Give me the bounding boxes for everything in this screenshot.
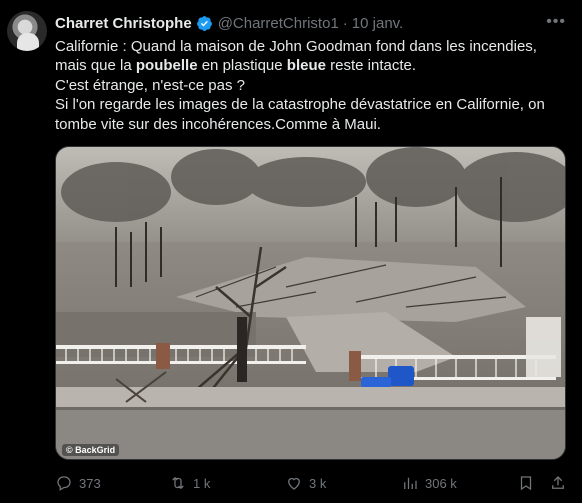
reply-count: 373 [79, 475, 101, 491]
tweet-line: C'est étrange, n'est-ce pas ? [55, 76, 245, 94]
photo-watermark: © BackGrid [62, 444, 120, 456]
like-count: 3 k [309, 475, 327, 491]
author-name[interactable]: Charret Christophe [55, 15, 192, 32]
separator: · [342, 14, 348, 32]
tweet-text: Californie : Quand la maison de John Goo… [55, 37, 575, 134]
text-span: reste intacte. [325, 57, 417, 75]
share-button[interactable] [549, 474, 567, 492]
like-icon [288, 477, 300, 490]
tweet-line: Californie : Quand la maison de John Goo… [55, 38, 537, 55]
retweet-count: 1 k [193, 475, 211, 491]
tweet-line: Si l'on regarde les images de la catastr… [55, 96, 545, 114]
bookmark-button[interactable] [517, 474, 535, 492]
views-button[interactable]: 306 k [401, 474, 457, 492]
bold-word-bleue: bleue [286, 57, 326, 75]
avatar[interactable] [7, 11, 47, 51]
tweet-line: tombe vite sur des incohérences.Comme à … [55, 115, 381, 133]
tweet-line: mais que la poubelle en plastique bleue … [55, 56, 575, 75]
text-span: en plastique [197, 57, 287, 75]
tweet-date[interactable]: 10 janv. [352, 15, 403, 32]
author-handle[interactable]: @CharretChristo1 [218, 15, 339, 32]
views-count: 306 k [425, 475, 457, 491]
retweet-icon [172, 476, 184, 490]
bold-word-poubelle: poubelle [135, 57, 198, 75]
fire-ruins-photo [56, 147, 565, 459]
like-button[interactable]: 3 k [285, 474, 326, 492]
reply-button[interactable]: 373 [55, 474, 101, 492]
tweet-header: Charret Christophe @CharretChristo1 · 10… [55, 13, 572, 33]
retweet-button[interactable]: 1 k [169, 474, 210, 492]
views-icon [404, 477, 417, 489]
tweet-photo[interactable]: © BackGrid [55, 146, 566, 460]
bookmark-icon [520, 476, 532, 491]
reply-icon [57, 476, 71, 491]
share-icon [552, 476, 564, 489]
action-bar: 373 1 k 3 k 306 k [55, 472, 567, 494]
text-span: mais que la [55, 57, 136, 75]
verified-icon [196, 15, 212, 31]
more-icon[interactable]: ••• [546, 13, 566, 31]
